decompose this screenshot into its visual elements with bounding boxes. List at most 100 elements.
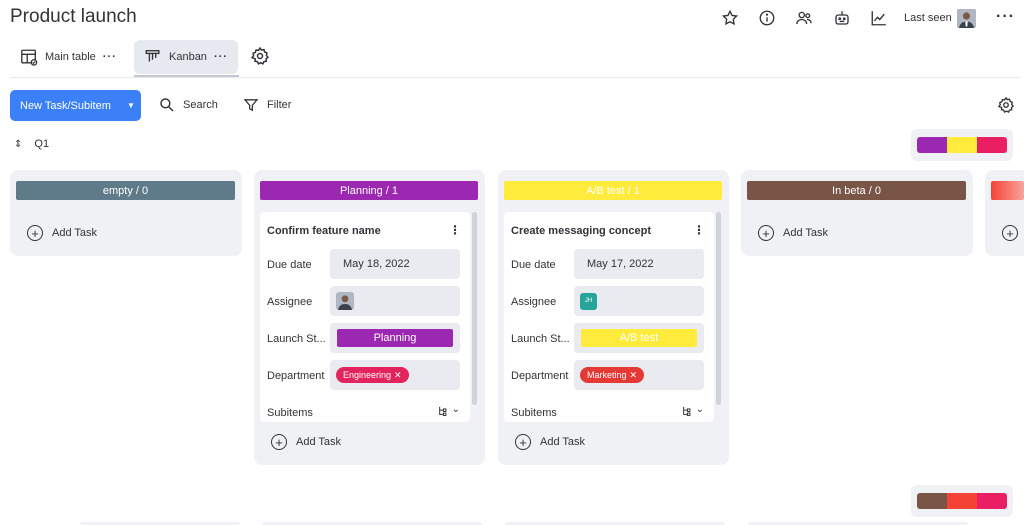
assignee-label: Assignee [267,296,313,308]
collapse-arrows-icon: ⇕ [14,138,23,150]
due-date-field[interactable]: May 17, 2022 [574,249,704,279]
subitems-tree-icon [438,406,447,416]
add-task-label: Add Task [52,227,98,239]
avatar [336,292,354,310]
more-options-icon[interactable]: ··· [996,8,1015,26]
last-seen-label[interactable]: Last seen [904,12,952,24]
add-circle-icon: + [758,225,774,241]
department-tag[interactable]: Marketing ✕ [580,367,645,383]
swatch-color [977,493,1007,509]
add-task-button[interactable]: + Add Task [758,225,828,241]
new-task-button[interactable]: New Task/Subitem ▼ [10,90,141,121]
column-header[interactable] [991,181,1024,200]
department-label: Department [511,370,569,382]
swatch-color [917,493,947,509]
launch-status-field[interactable]: A/B test [574,323,704,353]
kanban-column-in-beta: In beta / 0 + Add Task [741,170,973,256]
filter-button[interactable]: Filter [243,95,291,115]
card-menu-icon[interactable]: ⋮ [449,223,461,237]
robot-icon[interactable] [833,9,851,27]
status-badge: Planning [337,329,453,347]
column-header[interactable]: empty / 0 [16,181,235,200]
due-date-value: May 18, 2022 [343,258,410,270]
swatch-color [917,137,947,153]
add-circle-icon: + [271,434,287,450]
color-swatch-group[interactable] [911,485,1013,517]
subitems-toggle[interactable]: ⌄ [438,403,460,416]
table-icon [20,48,38,66]
avatar[interactable] [957,9,976,28]
department-field[interactable]: Marketing ✕ [574,360,704,390]
task-card[interactable]: Create messaging concept ⋮ Due date May … [504,212,714,422]
add-task-label: Add Task [783,227,829,239]
chevron-down-icon: ⌄ [695,403,704,415]
kanban-column-planning: Planning / 1 Confirm feature name ⋮ Due … [254,170,485,465]
kanban-icon [144,48,162,66]
launch-status-field[interactable]: Planning [330,323,460,353]
star-icon[interactable] [721,9,739,27]
search-label: Search [183,99,218,111]
tab-kanban-menu-icon[interactable]: ··· [214,51,228,63]
info-icon[interactable] [758,9,776,27]
column-header[interactable]: A/B test / 1 [504,181,722,200]
subitems-tree-icon [682,406,691,416]
task-card[interactable]: Confirm feature name ⋮ Due date May 18, … [260,212,470,422]
add-task-label: Add Task [540,436,586,448]
board-title: Product launch [10,6,137,27]
department-tag-label: Engineering [343,370,392,380]
tab-main-table[interactable]: Main table ··· [10,40,127,74]
assignee-field[interactable] [330,286,460,316]
column-scrollbar[interactable] [472,212,477,405]
add-circle-icon: + [515,434,531,450]
view-settings-gear-icon[interactable] [250,46,270,66]
swatch-color [947,137,977,153]
add-task-button[interactable]: + [1002,225,1018,241]
column-scrollbar[interactable] [716,212,721,405]
new-task-button-label: New Task/Subitem [20,99,111,112]
card-title[interactable]: Create messaging concept [511,225,651,237]
filter-label: Filter [267,99,292,111]
add-task-button[interactable]: + Add Task [515,434,585,450]
tab-main-table-label: Main table [45,51,96,63]
swatch-color [977,137,1007,153]
column-header[interactable]: Planning / 1 [260,181,478,200]
add-task-button[interactable]: + Add Task [27,225,97,241]
swatch-color [947,493,977,509]
add-circle-icon: + [1002,225,1018,241]
department-tag-label: Marketing [587,370,627,380]
kanban-column-ab-test: A/B test / 1 Create messaging concept ⋮ … [498,170,729,465]
remove-tag-icon[interactable]: ✕ [630,370,638,381]
subitems-label: Subitems [267,407,313,419]
search-icon [160,98,174,112]
new-task-dropdown-caret-icon[interactable]: ▼ [121,90,141,121]
launch-status-label: Launch St... [511,333,570,345]
assignee-label: Assignee [511,296,557,308]
department-field[interactable]: Engineering ✕ [330,360,460,390]
tab-kanban[interactable]: Kanban ··· [134,40,238,74]
add-task-button[interactable]: + Add Task [271,434,341,450]
department-tag[interactable]: Engineering ✕ [336,367,409,383]
kanban-column-empty: empty / 0 + Add Task [10,170,242,256]
card-title[interactable]: Confirm feature name [267,225,381,237]
avatar: JH [580,292,597,310]
filter-icon [243,99,259,112]
card-menu-icon[interactable]: ⋮ [693,223,705,237]
due-date-value: May 17, 2022 [587,258,654,270]
people-icon[interactable] [795,9,813,27]
group-toggle[interactable]: ⇕ Q1 [14,138,49,150]
search-button[interactable]: Search [159,95,218,115]
board-settings-gear-icon[interactable] [997,96,1015,114]
assignee-field[interactable]: JH [574,286,704,316]
due-date-field[interactable]: May 18, 2022 [330,249,460,279]
remove-tag-icon[interactable]: ✕ [394,370,402,381]
add-circle-icon: + [27,225,43,241]
header-divider [10,77,1020,78]
activity-chart-icon[interactable] [870,9,888,27]
subitems-toggle[interactable]: ⌄ [682,403,704,416]
chevron-down-icon: ⌄ [451,403,460,415]
color-swatch-group[interactable] [911,129,1013,161]
tab-main-table-menu-icon[interactable]: ··· [103,51,117,63]
tab-kanban-label: Kanban [169,51,207,63]
column-header[interactable]: In beta / 0 [747,181,966,200]
due-date-label: Due date [267,259,312,271]
